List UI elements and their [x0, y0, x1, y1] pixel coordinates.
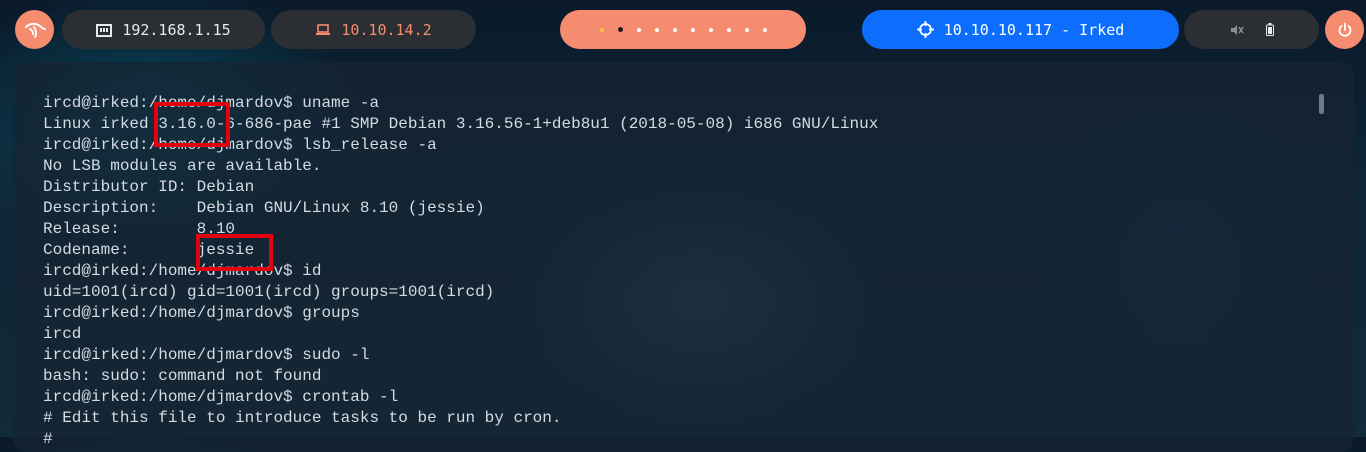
workspace-dot-3[interactable] — [636, 27, 641, 32]
terminal-line: Distributor ID: Debian — [43, 178, 255, 196]
top-bar: 192.168.1.15 10.10.14.2 10.10.10.117 - I… — [0, 0, 1366, 60]
mute-icon[interactable] — [1230, 24, 1244, 36]
workspace-switcher[interactable] — [560, 10, 806, 49]
laptop-icon — [315, 23, 331, 36]
terminal-line: ircd@irked:/home/djmardov$ crontab -l — [43, 388, 399, 406]
crosshair-icon — [916, 21, 934, 38]
terminal-line: ircd — [43, 325, 82, 343]
terminal-line: bash: sudo: command not found — [43, 367, 322, 385]
terminal-line: Codename: jessie — [43, 241, 255, 259]
workspace-dot-8[interactable] — [726, 27, 731, 32]
workspace-dot-7[interactable] — [708, 27, 713, 32]
terminal-line: ircd@irked:/home/djmardov$ sudo -l — [43, 346, 370, 364]
workspace-dot-4[interactable] — [654, 27, 659, 32]
terminal-line: Description: Debian GNU/Linux 8.10 (jess… — [43, 199, 485, 217]
workspace-dot-10[interactable] — [762, 27, 767, 32]
target-label: 10.10.10.117 - Irked — [943, 20, 1125, 39]
workspace-dot-9[interactable] — [744, 27, 749, 32]
vpn-ip-widget[interactable]: 10.10.14.2 — [271, 10, 476, 49]
local-ip-widget[interactable]: 192.168.1.15 — [62, 10, 265, 49]
terminal-line: ircd@irked:/home/djmardov$ id — [43, 262, 322, 280]
workspace-dot-2[interactable] — [617, 27, 623, 32]
terminal-line: # Edit this file to introduce tasks to b… — [43, 409, 562, 427]
ethernet-icon — [96, 23, 113, 37]
codename-highlight-box — [196, 234, 273, 271]
workspace-dots — [599, 27, 767, 32]
kernel-version-highlight-box — [154, 102, 230, 147]
target-widget[interactable]: 10.10.10.117 - Irked — [862, 10, 1179, 49]
status-widget[interactable] — [1184, 10, 1319, 49]
terminal-line: No LSB modules are available. — [43, 157, 322, 175]
terminal-line: # — [43, 430, 53, 448]
workspace-dot-1[interactable] — [599, 27, 604, 32]
kali-dragon-icon — [24, 22, 46, 38]
terminal-window[interactable]: ircd@irked:/home/djmardov$ uname -a Linux… — [13, 62, 1354, 452]
terminal-line: uid=1001(ircd) gid=1001(ircd) groups=100… — [43, 283, 495, 301]
battery-icon[interactable] — [1265, 23, 1274, 36]
power-icon — [1338, 22, 1351, 37]
workspace-dot-6[interactable] — [690, 27, 695, 32]
terminal-line: ircd@irked:/home/djmardov$ groups — [43, 304, 360, 322]
terminal-scrollbar[interactable] — [1319, 94, 1324, 114]
kali-menu-button[interactable] — [15, 10, 54, 49]
terminal-line: Release: 8.10 — [43, 220, 236, 238]
local-ip-label: 192.168.1.15 — [122, 20, 231, 39]
vpn-ip-label: 10.10.14.2 — [341, 20, 432, 39]
power-button[interactable] — [1325, 10, 1364, 49]
workspace-dot-5[interactable] — [672, 27, 677, 32]
